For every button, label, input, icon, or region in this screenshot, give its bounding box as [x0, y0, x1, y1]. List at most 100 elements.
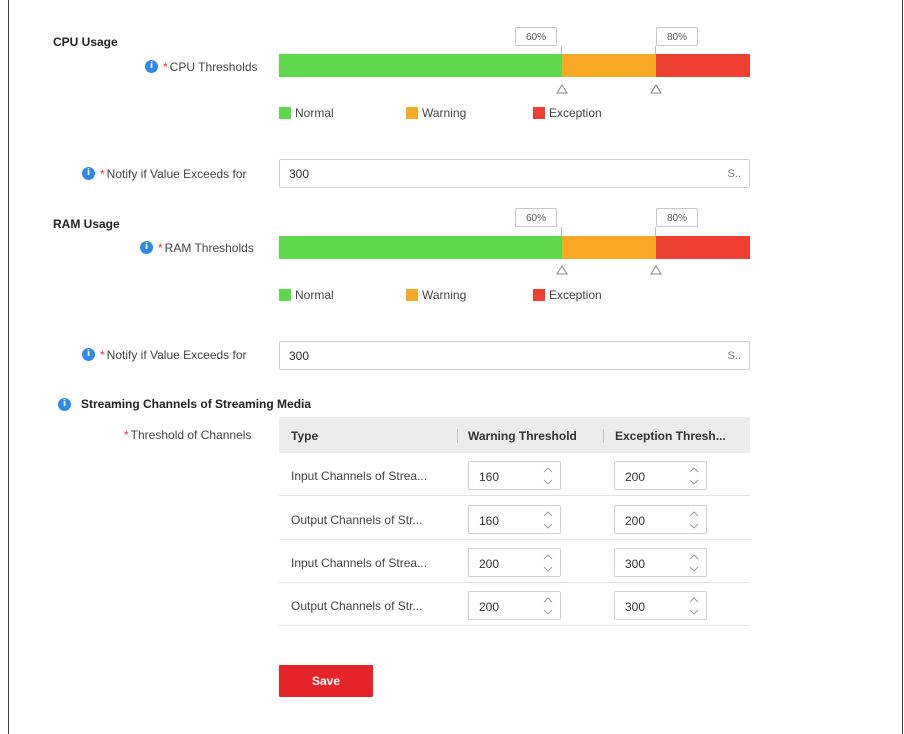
stepper-value: 160 [479, 514, 500, 528]
ram-legend-exception-swatch [533, 289, 545, 301]
table-row-type: Input Channels of Strea... [291, 469, 428, 483]
stepper-arrows-icon[interactable] [542, 552, 554, 574]
stepper-value: 200 [479, 557, 500, 571]
cpu-legend-normal: Normal [295, 106, 334, 120]
cpu-exception-segment [655, 54, 750, 77]
ram-normal-segment [279, 236, 562, 259]
cpu-notify-duration-input[interactable]: 300 S.. [279, 159, 750, 188]
table-row-type: Output Channels of Str... [291, 599, 423, 613]
stepper-value: 200 [479, 600, 500, 614]
cpu-warning-threshold-value[interactable]: 60% [515, 27, 557, 46]
required-mark: * [100, 167, 105, 181]
stepper-arrows-icon[interactable] [542, 595, 554, 617]
ram-warning-slider-handle[interactable] [556, 264, 568, 276]
cpu-warning-marker-line [561, 46, 562, 54]
ram-notify-value: 300 [289, 349, 310, 363]
ram-exception-threshold-value[interactable]: 80% [656, 208, 698, 227]
threshold-of-channels-text: Threshold of Channels [130, 428, 252, 442]
ram-notify-label: * Notify if Value Exceeds for [100, 348, 247, 362]
cpu-legend-exception: Exception [549, 106, 602, 120]
row-divider [279, 539, 750, 540]
info-icon[interactable]: i [140, 241, 153, 254]
cpu-warning-segment [561, 54, 656, 77]
info-icon[interactable]: i [58, 398, 71, 411]
stepper-arrows-icon[interactable] [688, 465, 700, 487]
ram-warning-threshold-value[interactable]: 60% [515, 208, 557, 227]
cpu-usage-title: CPU Usage [53, 35, 118, 49]
streaming-section-title: Streaming Channels of Streaming Media [81, 397, 312, 411]
ram-legend-normal-swatch [279, 289, 291, 301]
cpu-threshold-bar [279, 54, 750, 77]
ram-notify-duration-input[interactable]: 300 S.. [279, 341, 750, 370]
table-row-type: Output Channels of Str... [291, 513, 423, 527]
stepper-value: 300 [625, 557, 646, 571]
stepper-value: 200 [625, 514, 646, 528]
table-row-type: Input Channels of Strea... [291, 556, 428, 570]
column-header-type: Type [291, 429, 319, 443]
cpu-normal-segment [279, 54, 562, 77]
info-icon[interactable]: i [145, 60, 158, 73]
save-button[interactable]: Save [279, 665, 373, 697]
ram-legend-warning: Warning [422, 288, 467, 302]
ram-legend-exception: Exception [549, 288, 602, 302]
exception-threshold-stepper[interactable]: 300 [614, 591, 707, 620]
ram-notify-text: Notify if Value Exceeds for [106, 348, 247, 362]
required-mark: * [100, 348, 105, 362]
ram-exception-segment [655, 236, 750, 259]
stepper-arrows-icon[interactable] [542, 465, 554, 487]
cpu-exception-marker-line [655, 46, 656, 54]
stepper-value: 300 [625, 600, 646, 614]
cpu-legend-warning: Warning [422, 106, 467, 120]
stepper-arrows-icon[interactable] [688, 595, 700, 617]
stepper-arrows-icon[interactable] [542, 509, 554, 531]
column-separator [603, 429, 604, 443]
stepper-value: 200 [625, 470, 646, 484]
exception-threshold-stepper[interactable]: 200 [614, 461, 707, 490]
column-header-warning: Warning Threshold [468, 429, 577, 443]
info-icon[interactable]: i [82, 348, 95, 361]
cpu-legend-exception-swatch [533, 107, 545, 119]
cpu-warning-slider-handle[interactable] [556, 83, 568, 95]
row-divider [279, 625, 750, 626]
table-header: Type Warning Threshold Exception Thresh.… [279, 417, 750, 453]
column-separator [457, 429, 458, 443]
ram-thresholds-text: RAM Thresholds [164, 241, 254, 255]
stepper-value: 160 [479, 470, 500, 484]
ram-warning-marker-line [561, 227, 562, 236]
info-icon[interactable]: i [82, 167, 95, 180]
stepper-arrows-icon[interactable] [688, 509, 700, 531]
ram-thresholds-label: * RAM Thresholds [158, 241, 254, 255]
column-header-exception: Exception Thresh... [615, 429, 726, 443]
warning-threshold-stepper[interactable]: 200 [468, 591, 561, 620]
cpu-notify-text: Notify if Value Exceeds for [106, 167, 247, 181]
required-mark: * [158, 241, 163, 255]
cpu-legend-normal-swatch [279, 107, 291, 119]
exception-threshold-stepper[interactable]: 200 [614, 505, 707, 534]
cpu-notify-label: * Notify if Value Exceeds for [100, 167, 247, 181]
required-mark: * [163, 60, 168, 74]
cpu-legend-warning-swatch [406, 107, 418, 119]
threshold-of-channels-label: * Threshold of Channels [124, 428, 251, 442]
ram-warning-segment [561, 236, 656, 259]
cpu-thresholds-label: * CPU Thresholds [163, 60, 258, 74]
cpu-thresholds-text: CPU Thresholds [169, 60, 258, 74]
ram-usage-title: RAM Usage [53, 217, 120, 231]
row-divider [279, 495, 750, 496]
ram-legend-normal: Normal [295, 288, 334, 302]
cpu-notify-unit: S.. [727, 168, 741, 180]
warning-threshold-stepper[interactable]: 200 [468, 548, 561, 577]
stepper-arrows-icon[interactable] [688, 552, 700, 574]
required-mark: * [124, 428, 129, 442]
ram-legend-warning-swatch [406, 289, 418, 301]
warning-threshold-stepper[interactable]: 160 [468, 505, 561, 534]
cpu-notify-value: 300 [289, 167, 310, 181]
ram-exception-slider-handle[interactable] [650, 264, 662, 276]
ram-threshold-bar [279, 236, 750, 259]
ram-notify-unit: S.. [727, 350, 741, 362]
cpu-exception-threshold-value[interactable]: 80% [656, 27, 698, 46]
row-divider [279, 582, 750, 583]
exception-threshold-stepper[interactable]: 300 [614, 548, 707, 577]
warning-threshold-stepper[interactable]: 160 [468, 461, 561, 490]
ram-exception-marker-line [655, 227, 656, 236]
cpu-exception-slider-handle[interactable] [650, 83, 662, 95]
